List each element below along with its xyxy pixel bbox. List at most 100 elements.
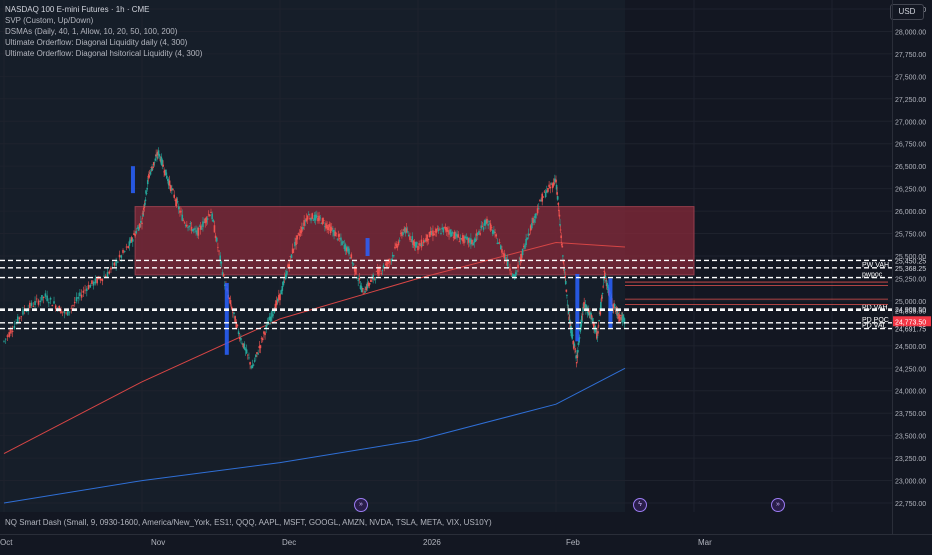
candle-body — [117, 261, 119, 263]
candle-body — [358, 277, 361, 280]
candle-body — [178, 206, 180, 210]
candle-body — [30, 302, 33, 306]
news-icon[interactable]: » — [771, 498, 785, 512]
chart-canvas[interactable]: 25,450.25PW VAH25,368.25pwpoc24,909.50PD… — [0, 0, 932, 550]
smart-dash-indicator-label[interactable]: NQ Smart Dash (Small, 9, 0930-1600, Amer… — [5, 518, 492, 527]
candle-body — [166, 179, 169, 181]
candle-body — [408, 234, 410, 237]
candle-body — [197, 227, 200, 236]
candle-body — [120, 255, 123, 258]
candle-body — [534, 213, 537, 219]
candle-body — [440, 233, 442, 234]
candle-body — [457, 234, 460, 238]
candle-body — [146, 187, 148, 190]
candle-body — [17, 316, 19, 324]
candle-body — [544, 192, 547, 198]
candle-body — [180, 211, 182, 213]
symbol-title[interactable]: NASDAQ 100 E-mini Futures · 1h · CME — [5, 4, 202, 15]
candle-body — [3, 340, 5, 342]
candle-body — [531, 223, 533, 229]
candle-body — [494, 232, 496, 233]
legend-diag-daily[interactable]: Ultimate Orderflow: Diagonal Liquidity d… — [5, 37, 202, 48]
candle-body — [134, 233, 136, 237]
candle-body — [327, 226, 330, 231]
candle-body — [6, 335, 9, 337]
candle-body — [487, 223, 489, 226]
candle-body — [525, 238, 527, 246]
candle-body — [189, 223, 192, 225]
candle-body — [4, 338, 7, 340]
candle-body — [153, 161, 156, 163]
candle-body — [42, 296, 45, 299]
candle-body — [220, 261, 223, 264]
candle-body — [482, 227, 485, 230]
candle-body — [374, 279, 377, 281]
candle-body — [245, 349, 248, 354]
candle-body — [73, 301, 76, 304]
candle-body — [53, 301, 55, 304]
candle-body — [8, 332, 10, 337]
candle-body — [563, 268, 566, 271]
candle-body — [89, 284, 92, 288]
candle-body — [436, 228, 439, 230]
candle-body — [337, 234, 340, 237]
price-chart[interactable]: 25,450.25 PW VAH 25,368.25 pwpoc 24,909.50 PD… — [0, 0, 932, 550]
candle-body — [229, 300, 232, 305]
candle-body — [237, 331, 240, 335]
candle-body — [533, 219, 535, 223]
price-axis[interactable] — [892, 0, 932, 534]
candle-body — [427, 238, 430, 241]
candle-body — [186, 224, 188, 227]
candle-body — [402, 232, 404, 235]
candle-body — [296, 235, 299, 240]
candle-body — [29, 302, 31, 308]
time-tick-2026: 2026 — [423, 538, 441, 547]
candle-body — [261, 338, 264, 341]
candle-body — [10, 329, 12, 334]
candle-body — [486, 218, 488, 224]
candle-body — [548, 184, 550, 187]
candle-body — [451, 232, 454, 234]
candle-body — [125, 246, 128, 248]
candle-body — [63, 310, 66, 314]
candle-body — [562, 255, 564, 257]
candle-body — [127, 246, 129, 248]
legend-dsmas[interactable]: DSMAs (Daily, 40, 1, Allow, 10, 20, 50, … — [5, 26, 202, 37]
time-axis[interactable]: Oct Nov Dec 2026 Feb Mar — [0, 534, 932, 551]
candle-body — [602, 286, 604, 288]
time-tick-dec: Dec — [282, 538, 297, 547]
candle-body — [176, 201, 179, 203]
legend-diag-historical[interactable]: Ultimate Orderflow: Diagonal hsitorical … — [5, 48, 202, 59]
candle-body — [215, 237, 218, 242]
candle-body — [118, 254, 121, 258]
news-icon[interactable]: » — [354, 498, 368, 512]
candle-body — [516, 270, 518, 272]
candle-body — [321, 218, 324, 225]
candle-body — [48, 302, 50, 304]
candle-body — [290, 254, 293, 259]
candle-body — [387, 263, 389, 264]
candle-body — [82, 290, 85, 293]
candle-body — [439, 228, 441, 230]
candle-body — [592, 318, 594, 322]
volume-profile — [575, 273, 580, 342]
candle-body — [360, 286, 363, 293]
candle-body — [77, 297, 79, 299]
candle-body — [565, 289, 568, 292]
candle-body — [61, 311, 64, 313]
candle-body — [288, 264, 290, 268]
candle-body — [106, 272, 109, 277]
candle-body — [368, 283, 371, 285]
candle-body — [65, 312, 67, 314]
candle-body — [249, 362, 251, 365]
candle-body — [435, 229, 438, 233]
candle-body — [509, 268, 511, 271]
candle-body — [517, 264, 519, 269]
lightning-icon[interactable]: ϟ — [633, 498, 647, 512]
candle-body — [348, 248, 350, 255]
candle-body — [188, 225, 190, 228]
candle-body — [34, 301, 36, 306]
legend-svp[interactable]: SVP (Custom, Up/Down) — [5, 15, 202, 26]
candle-body — [342, 241, 345, 243]
candle-body — [370, 279, 372, 282]
